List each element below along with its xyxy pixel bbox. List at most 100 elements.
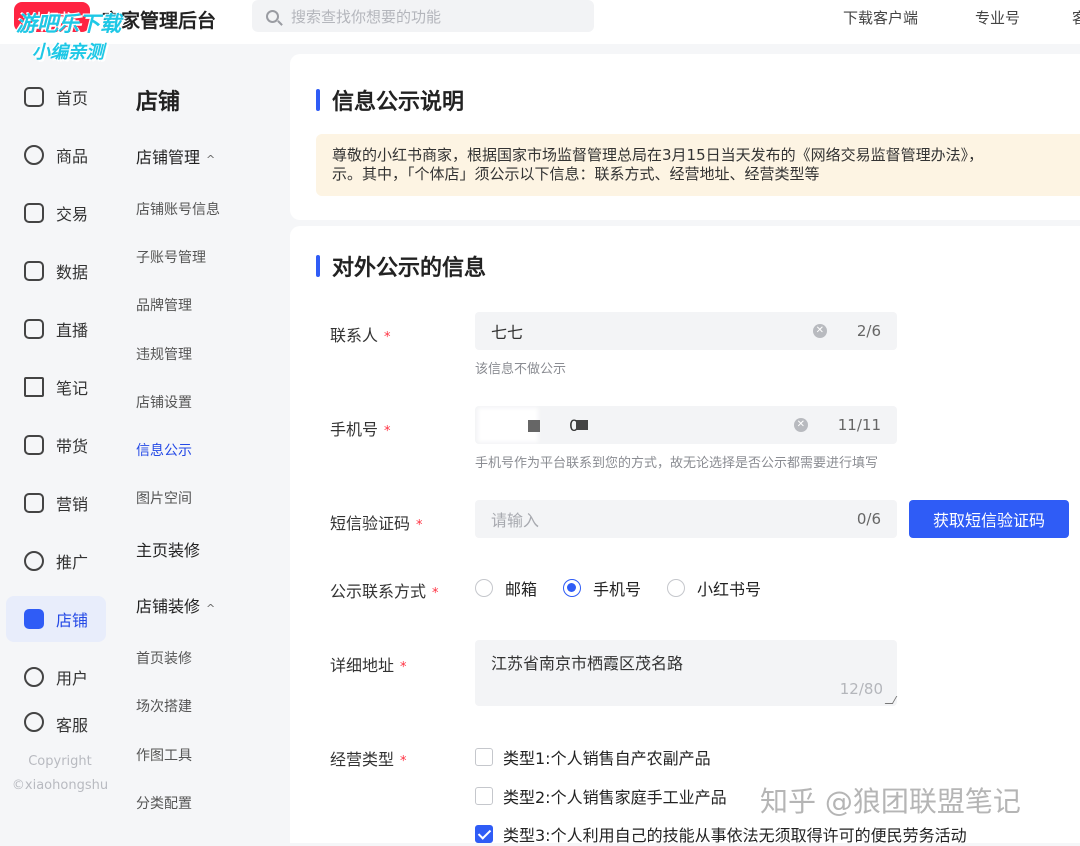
group-store-decoration[interactable]: 店铺装修 ^	[136, 593, 215, 617]
business-type-option[interactable]: 类型3:个人利用自己的技能从事依法无须取得许可的便民劳务活动	[475, 822, 967, 846]
radio-label[interactable]: 邮箱	[505, 576, 537, 600]
label-text: 详细地址	[330, 656, 395, 675]
section-title: 对外公示的信息	[316, 250, 486, 282]
store-icon	[24, 609, 44, 629]
nav-item-trade[interactable]: 交易	[6, 190, 106, 236]
site-watermark: 游吧乐下载	[16, 12, 121, 36]
section-title-text: 信息公示说明	[332, 90, 465, 115]
required-mark: *	[432, 586, 439, 601]
nav-item-products[interactable]: 商品	[6, 132, 106, 178]
secondary-sidebar-title: 店铺	[136, 90, 181, 115]
required-mark: *	[400, 754, 407, 769]
download-client-link[interactable]: 下载客户端	[843, 7, 918, 28]
nav2-item-image-space[interactable]: 图片空间	[136, 488, 192, 508]
pro-account-link[interactable]: 专业号	[975, 7, 1020, 28]
nav2-item-violations[interactable]: 违规管理	[136, 344, 192, 364]
nav-item-data[interactable]: 数据	[6, 248, 106, 294]
business-type-option[interactable]: 类型2:个人销售家庭手工业产品	[475, 784, 727, 808]
section-title: 信息公示说明	[316, 84, 464, 116]
secondary-sidebar: 店铺 店铺管理 ^ 店铺账号信息 子账号管理 品牌管理 违规管理 店铺设置 信息公…	[120, 44, 290, 843]
label-text: 手机号	[330, 420, 379, 439]
group-label: 店铺管理	[136, 148, 201, 167]
search-icon	[266, 9, 279, 23]
nav2-item-account-info[interactable]: 店铺账号信息	[136, 199, 220, 219]
checkbox-checked[interactable]	[475, 825, 493, 843]
nav2-item-info-disclosure[interactable]: 信息公示	[136, 440, 192, 460]
nav2-item-home-decoration[interactable]: 首页装修	[136, 648, 192, 668]
nav2-item-session-build[interactable]: 场次搭建	[136, 696, 192, 716]
play-icon	[24, 319, 44, 339]
users-icon	[24, 667, 44, 687]
public-info-form-card: 对外公示的信息 联系人 * 七七 ✕ 2/6 该信息不做公示 手机号 * 0 ✕ 1…	[290, 226, 1080, 846]
group-homepage-decoration[interactable]: 主页装修	[136, 537, 200, 561]
nav-label: 营销	[56, 495, 89, 514]
contact-input[interactable]: 七七 ✕ 2/6	[475, 312, 897, 350]
nav-item-promote[interactable]: 推广	[6, 538, 106, 584]
radio-xiaohongshu-id[interactable]	[667, 579, 686, 597]
zhihu-watermark: 知乎 @狼团联盟笔记	[760, 785, 1021, 818]
nav2-item-drawing-tool[interactable]: 作图工具	[136, 745, 192, 765]
contact-value: 七七	[491, 323, 524, 342]
nav-label: 推广	[56, 553, 89, 572]
search-placeholder: 搜索查找你想要的功能	[291, 7, 442, 26]
nav-item-notes[interactable]: 笔记	[6, 364, 106, 410]
nav-label: 客服	[56, 716, 89, 735]
address-textarea[interactable]: 江苏省南京市栖霞区茂名路 12/80	[475, 640, 898, 706]
nav2-item-sub-accounts[interactable]: 子账号管理	[136, 247, 206, 267]
nav-item-selling[interactable]: 带货	[6, 422, 106, 468]
clear-icon[interactable]: ✕	[812, 324, 827, 338]
contact-method-label: 公示联系方式 *	[330, 578, 439, 602]
radio-label[interactable]: 手机号	[593, 576, 641, 600]
label-text: 公示联系方式	[330, 582, 427, 601]
nav-item-users[interactable]: 用户	[6, 654, 106, 700]
customer-service-link[interactable]: 客	[1072, 7, 1080, 28]
redaction-block	[576, 420, 588, 430]
group-store-management[interactable]: 店铺管理 ^	[136, 144, 215, 168]
address-label: 详细地址 *	[330, 652, 407, 676]
sms-code-label: 短信验证码 *	[330, 510, 423, 534]
phone-hint: 手机号作为平台联系到您的方式，故无论选择是否公示都需要进行填写	[475, 456, 879, 471]
char-count: 2/6	[856, 322, 881, 340]
radio-phone[interactable]	[563, 579, 582, 597]
primary-sidebar: 首页 商品 交易 数据 直播 笔记 带货 营销 推广 店铺 用户 客服 Copy…	[0, 44, 120, 843]
notice-banner: 尊敬的小红书商家，根据国家市场监督管理总局在3月15日当天发布的《网络交易监督管…	[316, 134, 1080, 196]
sms-code-placeholder: 请输入	[491, 511, 540, 530]
top-bar: 小红书 商家管理后台 搜索查找你想要的功能 下载客户端 专业号 客	[0, 0, 1080, 44]
checkbox-label: 类型2:个人销售家庭手工业产品	[503, 788, 727, 807]
get-sms-code-button[interactable]: 获取短信验证码	[909, 500, 1069, 538]
contact-method-radio-group: 邮箱 手机号 小红书号	[475, 576, 787, 600]
chevron-up-icon: ^	[206, 602, 216, 615]
sms-code-input[interactable]: 请输入 0/6	[475, 500, 897, 538]
clear-icon[interactable]: ✕	[793, 418, 808, 432]
nav-item-store[interactable]: 店铺	[6, 596, 106, 642]
business-type-option[interactable]: 类型1:个人销售自产农副产品	[475, 745, 711, 769]
checkbox-label: 类型1:个人销售自产农副产品	[503, 749, 711, 768]
chevron-up-icon: ^	[206, 153, 216, 166]
label-text: 联系人	[330, 326, 379, 345]
char-count: 0/6	[856, 510, 881, 528]
nav2-item-brands[interactable]: 品牌管理	[136, 295, 192, 315]
phone-label: 手机号 *	[330, 416, 391, 440]
section-title-text: 对外公示的信息	[332, 256, 487, 281]
nav-label: 商品	[56, 147, 89, 166]
nav-item-marketing[interactable]: 营销	[6, 480, 106, 526]
required-mark: *	[400, 660, 407, 675]
contact-hint: 该信息不做公示	[475, 362, 567, 377]
nav-item-live[interactable]: 直播	[6, 306, 106, 352]
radio-email[interactable]	[475, 579, 493, 597]
bag-lock-icon	[24, 435, 44, 455]
radio-label[interactable]: 小红书号	[697, 576, 761, 600]
nav-item-service[interactable]: 客服	[6, 712, 106, 736]
nav-label: 数据	[56, 263, 89, 282]
checkbox[interactable]	[475, 748, 493, 766]
nav2-item-store-settings[interactable]: 店铺设置	[136, 392, 192, 412]
nav2-item-category-config[interactable]: 分类配置	[136, 793, 192, 813]
checkbox[interactable]	[475, 787, 493, 805]
title-accent-bar	[316, 255, 320, 277]
search-input[interactable]: 搜索查找你想要的功能	[252, 0, 594, 32]
nav-item-home[interactable]: 首页	[6, 74, 106, 120]
nav-label: 首页	[56, 89, 89, 108]
nav-label: 交易	[56, 205, 89, 224]
home-icon	[24, 87, 44, 107]
resize-handle-icon[interactable]	[884, 696, 898, 704]
